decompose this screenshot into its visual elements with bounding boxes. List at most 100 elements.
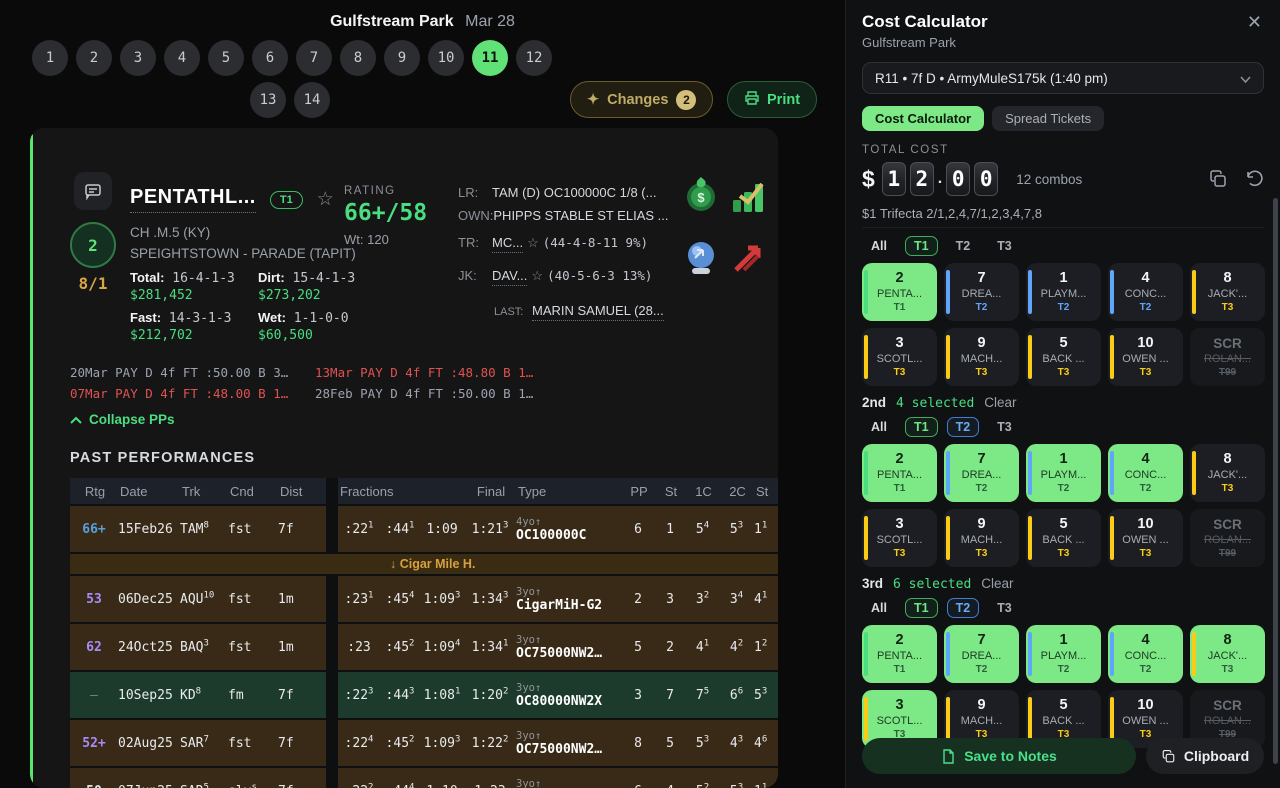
info-row-tr: TR:MC...☆(44-4-8-11 9%): [458, 235, 648, 251]
horse-tile-name: DREA...: [962, 468, 1002, 482]
filter-t1[interactable]: T1: [905, 417, 938, 437]
horse-name[interactable]: PENTATHL...: [130, 186, 256, 213]
horse-tile-tier: T1: [894, 482, 906, 495]
race-button-11[interactable]: 11: [472, 40, 508, 76]
clipboard-button[interactable]: Clipboard: [1146, 738, 1264, 774]
race-button-8[interactable]: 8: [340, 40, 376, 76]
horse-tile-name: DREA...: [962, 649, 1002, 663]
clear-button[interactable]: Clear: [984, 395, 1016, 410]
filter-t2[interactable]: T2: [947, 598, 980, 618]
race-button-13[interactable]: 13: [250, 82, 286, 118]
horse-tile-9[interactable]: 9MACH...T3: [944, 328, 1019, 386]
workout-lines: 20Mar PAY D 4f FT :50.00 B 3…13Mar PAY D…: [70, 362, 778, 404]
horse-tile-name: SCOTL...: [877, 352, 923, 366]
horse-tile-4[interactable]: 4CONC...T2: [1108, 444, 1183, 502]
filter-all[interactable]: All: [862, 598, 896, 618]
horse-tile-name: OWEN ...: [1122, 533, 1168, 547]
filter-t1[interactable]: T1: [905, 598, 938, 618]
horse-tile-7[interactable]: 7DREA...T2: [944, 444, 1019, 502]
pp-row-06Dec25[interactable]: 5306Dec25AQU10fst1m:231:4541:0931:3433yo…: [70, 576, 778, 622]
horse-tile-1[interactable]: 1PLAYM...T2: [1026, 263, 1101, 321]
currency-symbol: $: [862, 166, 875, 193]
pp-row-15Feb26[interactable]: 66+15Feb26TAM8fst7f:221:4411:091:2134yo↑…: [70, 506, 778, 552]
horse-tile-8[interactable]: 8JACK'...T3: [1190, 625, 1265, 683]
race-button-12[interactable]: 12: [516, 40, 552, 76]
panel-scrollbar[interactable]: [1273, 198, 1278, 764]
horse-tile-1[interactable]: 1PLAYM...T2: [1026, 625, 1101, 683]
race-button-9[interactable]: 9: [384, 40, 420, 76]
filter-t3[interactable]: T3: [988, 236, 1021, 256]
printer-icon: [744, 90, 760, 110]
star-outline-icon[interactable]: ☆: [527, 235, 539, 250]
race-button-14[interactable]: 14: [294, 82, 330, 118]
tier-accent: [1192, 632, 1196, 676]
pp-row-10Sep25[interactable]: —10Sep25KD8fm7f:223:4431:0811:2023yo↑OC8…: [70, 672, 778, 718]
star-outline-icon[interactable]: ☆: [531, 268, 543, 283]
horse-tile-4[interactable]: 4CONC...T2: [1108, 263, 1183, 321]
horse-tile-7[interactable]: 7DREA...T2: [944, 625, 1019, 683]
pp-row-07Jun25[interactable]: 5007Jun25SAR5slys7f:222:4441:101:233yo↑O…: [70, 768, 778, 788]
filter-t3[interactable]: T3: [988, 417, 1021, 437]
comment-icon[interactable]: [74, 172, 112, 210]
horse-tile-number: SCR: [1213, 697, 1242, 714]
race-button-2[interactable]: 2: [76, 40, 112, 76]
copy-icon[interactable]: [1208, 169, 1228, 189]
race-button-10[interactable]: 10: [428, 40, 464, 76]
horse-tile-8[interactable]: 8JACK'...T3: [1190, 444, 1265, 502]
horse-tile-2[interactable]: 2PENTA...T1: [862, 625, 937, 683]
horse-tile-7[interactable]: 7DREA...T2: [944, 263, 1019, 321]
filter-t2[interactable]: T2: [947, 417, 980, 437]
filter-t1[interactable]: T1: [905, 236, 938, 256]
horse-tile-tier: T3: [894, 547, 906, 560]
race-button-5[interactable]: 5: [208, 40, 244, 76]
filter-t2[interactable]: T2: [947, 236, 980, 256]
info-row-lr: LR:TAM (D) OC100000C 1/8 (...: [458, 185, 656, 200]
horse-tile-9[interactable]: 9MACH...T3: [944, 509, 1019, 567]
horse-tile-name: SCOTL...: [877, 714, 923, 728]
tier-accent: [1028, 335, 1032, 379]
horse-tile-5[interactable]: 5BACK ...T3: [1026, 509, 1101, 567]
horse-tile-2[interactable]: 2PENTA...T1: [862, 263, 937, 321]
horse-tile-3[interactable]: 3SCOTL...T3: [862, 509, 937, 567]
race-button-4[interactable]: 4: [164, 40, 200, 76]
horse-tile-5[interactable]: 5BACK ...T3: [1026, 328, 1101, 386]
tab-cost-calculator[interactable]: Cost Calculator: [862, 106, 984, 131]
filter-all[interactable]: All: [862, 417, 896, 437]
horse-tile-8[interactable]: 8JACK'...T3: [1190, 263, 1265, 321]
race-button-6[interactable]: 6: [252, 40, 288, 76]
save-to-notes-button[interactable]: Save to Notes: [862, 738, 1136, 774]
tab-spread-tickets[interactable]: Spread Tickets: [992, 106, 1104, 131]
horse-tile-tier: T3: [1222, 482, 1234, 495]
horse-tile-2[interactable]: 2PENTA...T1: [862, 444, 937, 502]
race-button-1[interactable]: 1: [32, 40, 68, 76]
horse-tile-10[interactable]: 10OWEN ...T3: [1108, 509, 1183, 567]
pp-row-02Aug25[interactable]: 52+02Aug25SAR7fst7f:224:4521:0931:2223yo…: [70, 720, 778, 766]
horse-tile-name: CONC...: [1125, 287, 1167, 301]
changes-button[interactable]: ✦ Changes 2: [570, 81, 713, 118]
collapse-pps-link[interactable]: Collapse PPs: [70, 412, 175, 427]
horse-tile-number: 7: [977, 451, 985, 468]
pp-row-24Oct25[interactable]: 6224Oct25BAQ3fst1m:23:4521:0941:3413yo↑O…: [70, 624, 778, 670]
past-performances-title: PAST PERFORMANCES: [70, 450, 255, 466]
filter-t3[interactable]: T3: [988, 598, 1021, 618]
position-group-header: 2nd4 selectedClear: [862, 395, 1264, 411]
horse-tile-scr: SCRROLAN...T99: [1190, 509, 1265, 567]
race-button-3[interactable]: 3: [120, 40, 156, 76]
reset-icon[interactable]: [1244, 169, 1264, 189]
horse-tile-1[interactable]: 1PLAYM...T2: [1026, 444, 1101, 502]
horse-tile-number: 1: [1059, 632, 1067, 649]
print-button[interactable]: Print: [727, 81, 817, 118]
race-button-7[interactable]: 7: [296, 40, 332, 76]
race-select-dropdown[interactable]: R11 • 7f D • ArmyMuleS175k (1:40 pm): [862, 62, 1264, 94]
save-to-notes-label: Save to Notes: [964, 748, 1057, 764]
horse-tile-4[interactable]: 4CONC...T2: [1108, 625, 1183, 683]
clear-button[interactable]: Clear: [981, 576, 1013, 591]
horse-tile-10[interactable]: 10OWEN ...T3: [1108, 328, 1183, 386]
star-outline-icon[interactable]: ☆: [317, 188, 334, 211]
total-cost-label: TOTAL COST: [862, 144, 1264, 156]
horse-tile-tier: T2: [1058, 663, 1070, 676]
horse-tile-3[interactable]: 3SCOTL...T3: [862, 328, 937, 386]
close-icon[interactable]: ✕: [1247, 12, 1262, 33]
filter-all[interactable]: All: [862, 236, 896, 256]
morning-line-odds: 8/1: [55, 274, 131, 293]
